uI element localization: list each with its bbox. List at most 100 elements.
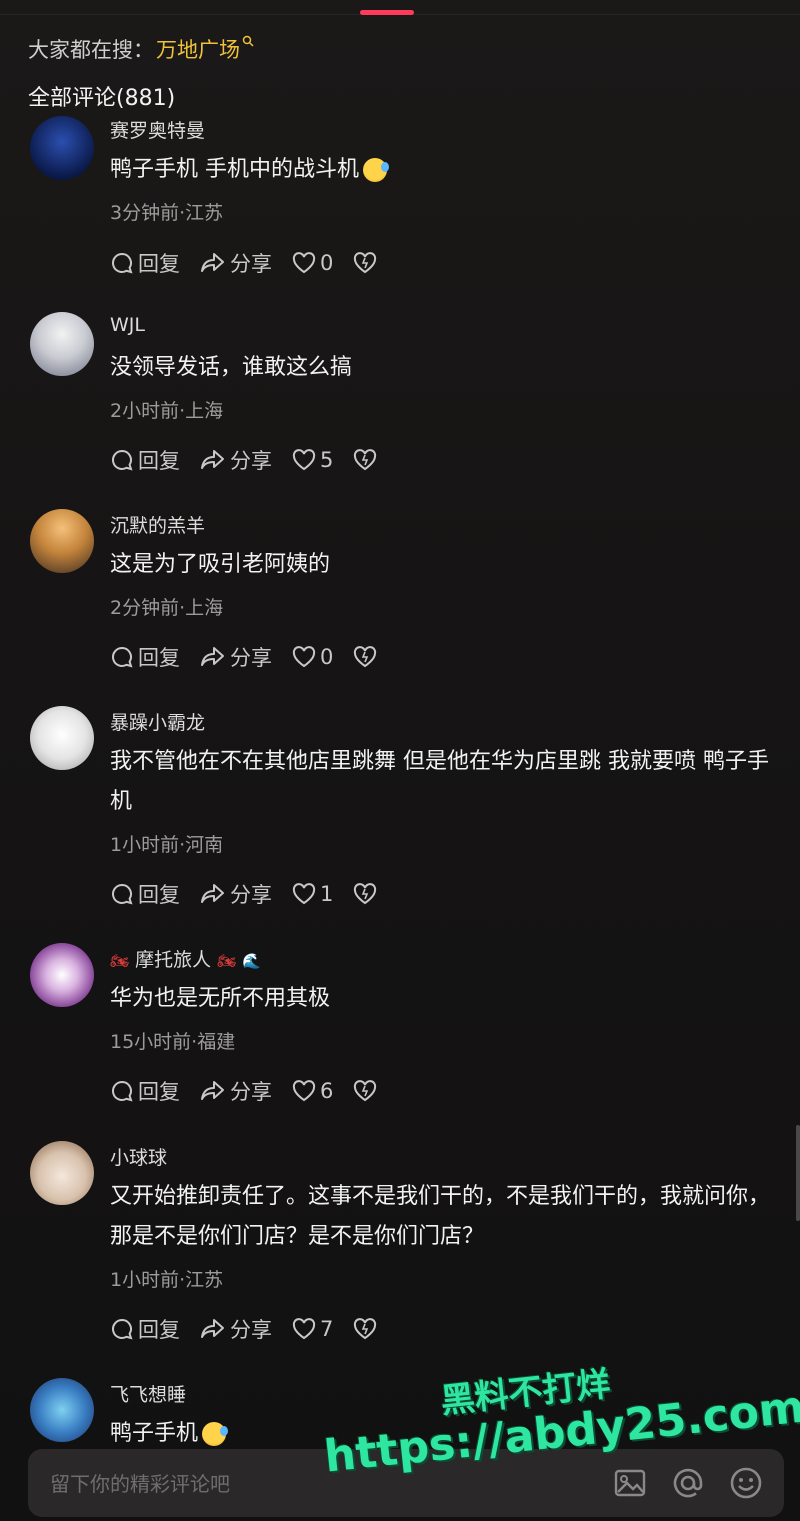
reply-button[interactable]: 回复: [110, 1314, 180, 1344]
reply-button[interactable]: 回复: [110, 445, 180, 475]
share-icon: [201, 450, 224, 469]
motorcycle-icon: 🏍: [110, 952, 130, 970]
comment-actions: 回复 分享 1: [110, 879, 401, 909]
search-icon: [242, 35, 254, 51]
comment-actions: 回复 分享 6: [110, 1076, 401, 1106]
like-button[interactable]: 1: [292, 882, 333, 906]
comment-text: 又开始推卸责任了。这事不是我们干的，不是我们干的，我就问你，那是不是你们门店？是…: [110, 1184, 771, 1249]
dislike-button[interactable]: [353, 449, 381, 471]
comment-icon: [112, 1080, 133, 1102]
dislike-button[interactable]: [353, 252, 381, 274]
comment-actions: 回复 分享 5: [110, 445, 401, 475]
like-button[interactable]: 7: [292, 1317, 333, 1341]
comment-text: 这是为了吸引老阿姨的: [110, 552, 331, 577]
share-button[interactable]: 分享: [200, 879, 272, 909]
heart-icon: [292, 1318, 316, 1340]
comment-icon: [112, 449, 133, 471]
dislike-heart-icon: [354, 1318, 377, 1340]
like-button[interactable]: 0: [292, 251, 333, 275]
comment-icon: [112, 252, 133, 274]
like-count: 0: [320, 645, 334, 669]
share-icon: [201, 647, 224, 666]
username[interactable]: 沉默的羔羊: [110, 511, 205, 538]
share-icon: [201, 253, 224, 272]
reply-button[interactable]: 回复: [110, 1076, 180, 1106]
avatar[interactable]: [30, 116, 94, 180]
comment-actions: 回复 分享 0: [110, 642, 401, 672]
comment-icon: [112, 1318, 133, 1340]
comment-meta: 1小时前·河南: [110, 834, 224, 856]
share-button[interactable]: 分享: [200, 642, 272, 672]
share-icon: [201, 1081, 224, 1100]
dislike-button[interactable]: [353, 1318, 381, 1340]
dislike-button[interactable]: [353, 1080, 381, 1102]
dislike-heart-icon: [354, 449, 377, 471]
at-icon[interactable]: [670, 1465, 706, 1501]
like-count: 1: [320, 882, 334, 906]
dislike-heart-icon: [354, 252, 377, 274]
like-button[interactable]: 0: [292, 645, 333, 669]
emoji-icon[interactable]: [728, 1465, 764, 1501]
username[interactable]: 🏍 摩托旅人 🏍 🌊: [110, 945, 261, 972]
avatar[interactable]: [30, 1141, 94, 1205]
like-count: 0: [320, 251, 334, 275]
comment-text: 没领导发话，谁敢这么搞: [110, 355, 353, 380]
share-button[interactable]: 分享: [200, 1314, 272, 1344]
rolling-laughing-face-icon: [363, 158, 389, 182]
username[interactable]: 小球球: [110, 1143, 167, 1170]
like-button[interactable]: 6: [292, 1079, 333, 1103]
comment-meta: 2分钟前·上海: [110, 597, 224, 619]
like-button[interactable]: 5: [292, 448, 333, 472]
search-term-link[interactable]: 万地广场: [156, 34, 240, 64]
avatar[interactable]: [30, 706, 94, 770]
heart-icon: [292, 252, 316, 274]
dislike-button[interactable]: [353, 883, 381, 905]
share-icon: [201, 1319, 224, 1338]
heart-icon: [292, 883, 316, 905]
search-prefix: 大家都在搜：: [28, 38, 154, 62]
comment-meta: 1小时前·江苏: [110, 1269, 224, 1291]
comment-meta: 2小时前·上海: [110, 400, 224, 422]
heart-icon: [292, 1080, 316, 1102]
reply-button[interactable]: 回复: [110, 642, 180, 672]
username[interactable]: 赛罗奥特曼: [110, 116, 205, 143]
avatar[interactable]: [30, 943, 94, 1007]
comment-meta: 15小时前·福建: [110, 1031, 236, 1053]
share-button[interactable]: 分享: [200, 445, 272, 475]
username[interactable]: 飞飞想睡: [110, 1380, 186, 1407]
reply-button[interactable]: 回复: [110, 879, 180, 909]
trending-search-row[interactable]: 大家都在搜： 万地广场: [28, 34, 254, 64]
share-button[interactable]: 分享: [200, 1076, 272, 1106]
rolling-laughing-face-icon: [202, 1422, 229, 1446]
username[interactable]: 暴躁小霸龙: [110, 708, 205, 735]
comment-text: 华为也是无所不用其极: [110, 986, 331, 1011]
dislike-heart-icon: [354, 646, 377, 668]
comment-icon: [112, 646, 133, 668]
like-count: 5: [320, 448, 334, 472]
comment-text: 我不管他在不在其他店里跳舞 但是他在华为店里跳 我就要喷 鸭子手机: [110, 749, 769, 814]
avatar[interactable]: [30, 1378, 94, 1442]
heart-icon: [292, 646, 316, 668]
avatar[interactable]: [30, 509, 94, 573]
comment-icon: [112, 883, 133, 905]
share-icon: [201, 884, 224, 903]
dislike-heart-icon: [354, 883, 377, 905]
comment-count: 全部评论(881): [28, 86, 176, 111]
like-count: 6: [320, 1079, 334, 1103]
tab-indicator: [360, 10, 414, 15]
dislike-heart-icon: [354, 1080, 377, 1102]
image-icon[interactable]: [612, 1465, 648, 1501]
comment-actions: 回复 分享 0: [110, 248, 401, 278]
username[interactable]: WJL: [110, 314, 145, 336]
like-count: 7: [320, 1317, 334, 1341]
scrollbar[interactable]: [796, 1125, 800, 1221]
reply-button[interactable]: 回复: [110, 248, 180, 278]
motorcycle-icon: 🏍: [217, 952, 237, 970]
comment-actions: 回复 分享 7: [110, 1314, 401, 1344]
comment-meta: 3分钟前·江苏: [110, 202, 224, 224]
wave-icon: 🌊: [242, 952, 261, 970]
dislike-button[interactable]: [353, 646, 381, 668]
heart-icon: [292, 449, 316, 471]
avatar[interactable]: [30, 312, 94, 376]
share-button[interactable]: 分享: [200, 248, 272, 278]
